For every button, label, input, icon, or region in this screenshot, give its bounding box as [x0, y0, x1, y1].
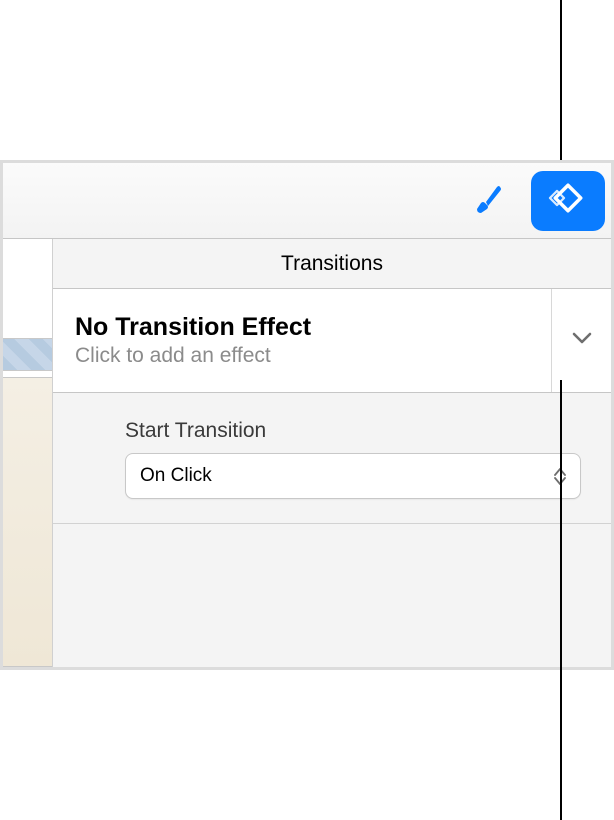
- effect-subtitle: Click to add an effect: [75, 344, 551, 368]
- animate-icon: [546, 176, 590, 225]
- effect-disclosure[interactable]: [551, 289, 611, 392]
- animate-button[interactable]: [531, 171, 605, 231]
- start-transition-label: Start Transition: [125, 419, 581, 443]
- callout-line-bottom: [560, 380, 562, 820]
- inspector-panel: Transitions No Transition Effect Click t…: [0, 160, 614, 670]
- start-transition-section: Start Transition On Click: [53, 393, 611, 524]
- slide-thumb[interactable]: [3, 377, 52, 667]
- tab-transitions[interactable]: Transitions: [53, 239, 611, 289]
- dropdown-value: On Click: [140, 465, 212, 487]
- start-transition-dropdown[interactable]: On Click: [125, 453, 581, 499]
- slide-rail: [3, 239, 53, 667]
- effect-title: No Transition Effect: [75, 313, 551, 342]
- callout-line-top: [560, 0, 562, 160]
- format-button[interactable]: [449, 171, 523, 231]
- brush-icon: [467, 179, 505, 222]
- slide-thumb[interactable]: [3, 338, 52, 371]
- transitions-pane: Transitions No Transition Effect Click t…: [53, 239, 611, 667]
- tab-label: Transitions: [281, 252, 383, 276]
- effect-row[interactable]: No Transition Effect Click to add an eff…: [53, 289, 611, 393]
- chevron-down-icon: [572, 331, 592, 350]
- toolbar: [3, 163, 611, 239]
